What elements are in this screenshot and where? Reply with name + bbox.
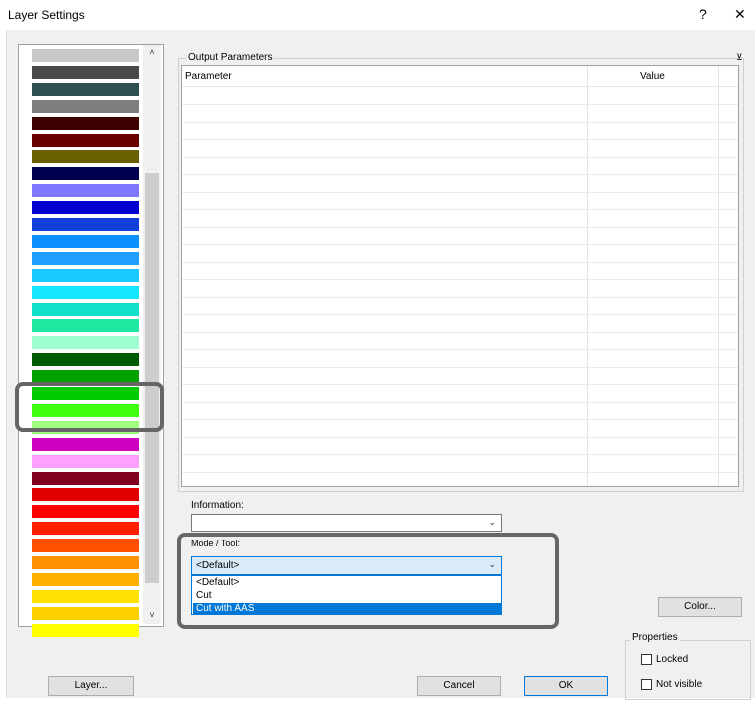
color-swatch[interactable] bbox=[32, 218, 139, 231]
title-bar: Layer Settings ? ✕ bbox=[0, 0, 755, 30]
layer-button[interactable]: Layer... bbox=[48, 676, 134, 696]
table-row bbox=[182, 331, 738, 333]
chevron-down-icon: ⌄ bbox=[488, 559, 496, 569]
color-swatch[interactable] bbox=[32, 319, 139, 333]
information-combobox[interactable]: ⌄ bbox=[191, 514, 502, 532]
color-swatch[interactable] bbox=[32, 572, 139, 586]
color-swatch[interactable] bbox=[32, 454, 139, 468]
color-swatch[interactable] bbox=[32, 437, 139, 451]
option-cut[interactable]: Cut bbox=[193, 590, 501, 602]
color-swatch[interactable] bbox=[32, 505, 139, 519]
color-swatch[interactable] bbox=[32, 488, 139, 502]
column-header-parameter[interactable]: Parameter bbox=[185, 71, 232, 82]
table-row bbox=[182, 139, 738, 140]
color-swatch[interactable] bbox=[32, 471, 139, 485]
not-visible-label[interactable]: Not visible bbox=[656, 679, 702, 690]
color-list-scrollbar[interactable]: ˄ ˅ bbox=[143, 45, 161, 624]
table-row bbox=[182, 436, 738, 438]
color-swatch[interactable] bbox=[32, 82, 139, 96]
window-title: Layer Settings bbox=[8, 8, 85, 22]
color-swatch[interactable] bbox=[32, 623, 139, 637]
column-divider bbox=[718, 66, 719, 486]
mode-tool-selected: <Default> bbox=[196, 560, 240, 571]
table-row bbox=[182, 349, 738, 350]
table-row bbox=[182, 191, 738, 193]
color-swatch[interactable] bbox=[32, 234, 139, 248]
locked-label[interactable]: Locked bbox=[656, 654, 688, 665]
color-swatch[interactable] bbox=[32, 522, 139, 536]
information-label: Information: bbox=[191, 500, 244, 511]
color-swatch[interactable] bbox=[32, 251, 139, 265]
color-button[interactable]: Color... bbox=[658, 597, 742, 617]
color-swatch[interactable] bbox=[32, 65, 139, 79]
layer-color-list[interactable]: ˄ ˅ bbox=[18, 44, 164, 637]
column-divider bbox=[587, 66, 588, 486]
mode-tool-combobox[interactable]: <Default> ⌄ bbox=[191, 556, 502, 575]
option-cut-with-aas[interactable]: Cut with AAS bbox=[193, 603, 501, 615]
table-row bbox=[182, 471, 738, 473]
color-swatch[interactable] bbox=[32, 49, 139, 62]
scroll-thumb[interactable] bbox=[145, 173, 159, 583]
color-swatch[interactable] bbox=[32, 353, 139, 367]
table-row bbox=[182, 296, 738, 298]
table-row bbox=[182, 419, 738, 420]
color-swatch[interactable] bbox=[32, 589, 139, 603]
collapse-icon[interactable]: ⊻ bbox=[736, 52, 743, 63]
table-row bbox=[182, 401, 738, 403]
color-swatch[interactable] bbox=[32, 150, 139, 164]
color-swatch[interactable] bbox=[32, 116, 139, 130]
table-row bbox=[182, 104, 738, 105]
column-header-value[interactable]: Value bbox=[640, 71, 665, 82]
color-swatch[interactable] bbox=[32, 268, 139, 282]
output-parameters-table[interactable]: Parameter Value bbox=[181, 65, 739, 487]
color-swatch[interactable] bbox=[32, 539, 139, 553]
color-swatch[interactable] bbox=[32, 336, 139, 350]
table-row bbox=[182, 366, 738, 368]
cancel-button[interactable]: Cancel bbox=[417, 676, 501, 696]
table-row bbox=[182, 244, 738, 245]
color-swatch[interactable] bbox=[32, 606, 139, 620]
color-swatch[interactable] bbox=[32, 285, 139, 299]
table-row bbox=[182, 454, 738, 455]
table-row bbox=[182, 226, 738, 228]
color-swatch[interactable] bbox=[32, 99, 139, 113]
option-default[interactable]: <Default> bbox=[193, 577, 501, 589]
chevron-down-icon: ⌄ bbox=[488, 517, 496, 527]
color-swatch[interactable] bbox=[32, 302, 139, 316]
close-button[interactable]: ✕ bbox=[734, 6, 746, 23]
properties-group bbox=[625, 640, 751, 700]
table-row bbox=[182, 261, 738, 263]
mode-tool-dropdown-list[interactable]: <Default> Cut Cut with AAS bbox=[191, 575, 502, 615]
selected-color-highlight bbox=[15, 382, 164, 432]
properties-title: Properties bbox=[630, 632, 680, 643]
scroll-up-icon[interactable]: ˄ bbox=[143, 45, 161, 59]
table-row bbox=[182, 209, 738, 210]
locked-checkbox[interactable] bbox=[641, 654, 652, 665]
table-row bbox=[182, 121, 738, 123]
color-swatch[interactable] bbox=[32, 133, 139, 147]
color-swatch[interactable] bbox=[32, 556, 139, 569]
table-row bbox=[182, 156, 738, 158]
table-row bbox=[182, 314, 738, 315]
table-header: Parameter Value bbox=[182, 66, 738, 87]
table-row bbox=[182, 279, 738, 280]
mode-tool-label: Mode / Tool: bbox=[191, 540, 240, 548]
color-swatch[interactable] bbox=[32, 184, 139, 198]
not-visible-checkbox[interactable] bbox=[641, 679, 652, 690]
output-parameters-title: Output Parameters bbox=[186, 52, 275, 63]
scroll-down-icon[interactable]: ˅ bbox=[143, 608, 161, 622]
color-swatch[interactable] bbox=[32, 201, 139, 215]
table-row bbox=[182, 174, 738, 175]
table-row bbox=[182, 384, 738, 385]
ok-button[interactable]: OK bbox=[524, 676, 608, 696]
color-swatch[interactable] bbox=[32, 167, 139, 181]
help-button[interactable]: ? bbox=[699, 6, 707, 22]
